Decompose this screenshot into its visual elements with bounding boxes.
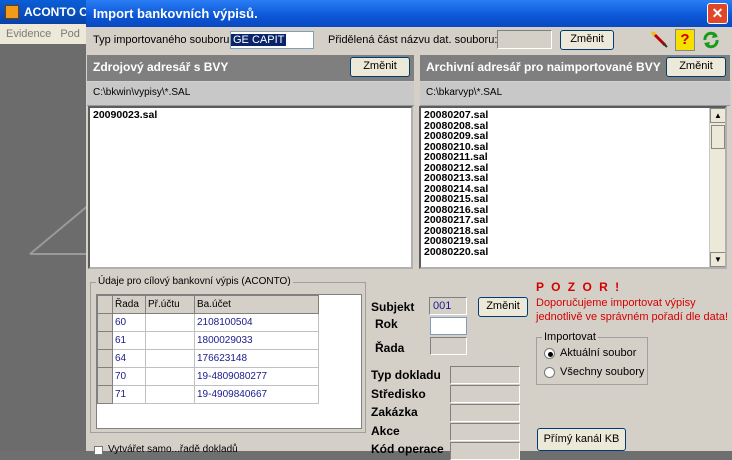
typ-dokladu-label: Typ dokladu: [371, 368, 441, 382]
archive-path: C:\bkarvyp\*.SAL: [420, 82, 730, 106]
menu-pod[interactable]: Pod: [60, 28, 80, 40]
row-selector[interactable]: [97, 385, 113, 404]
archive-scrollbar[interactable]: ▲ ▼: [709, 108, 725, 267]
rok-field[interactable]: [430, 317, 467, 335]
cell-pr-uctu[interactable]: [145, 331, 195, 350]
cell-pr-uctu[interactable]: [145, 313, 195, 332]
import-type-label: Typ importovaného souboru: [93, 34, 230, 46]
list-item[interactable]: 20080211.sal: [421, 152, 725, 163]
kod-operace-field[interactable]: [450, 442, 520, 460]
help-icon[interactable]: ?: [675, 29, 695, 51]
cell-ba-ucet[interactable]: 2108100504: [194, 313, 319, 332]
source-change-button[interactable]: Změnit: [350, 57, 410, 77]
list-item[interactable]: 20080213.sal: [421, 173, 725, 184]
list-item[interactable]: 20080207.sal: [421, 110, 725, 121]
list-item[interactable]: 20090023.sal: [90, 110, 411, 121]
background-triangle-graphic: [29, 203, 90, 255]
zakazka-field[interactable]: [450, 404, 520, 422]
radio-label-vsechny[interactable]: Všechny soubory: [560, 366, 644, 378]
warning-title: P O Z O R !: [536, 280, 622, 294]
zakazka-label: Zakázka: [371, 405, 418, 419]
rada-label: Řada: [375, 341, 405, 355]
table-row[interactable]: 70 19-4809080277: [97, 367, 319, 386]
cell-ba-ucet[interactable]: 19-4809080277: [194, 367, 319, 386]
cell-rada[interactable]: 70: [112, 367, 146, 386]
source-panel-title: Zdrojový adresář s BVY: [93, 60, 229, 74]
cell-rada[interactable]: 60: [112, 313, 146, 332]
column-header-ba-ucet[interactable]: Ba.účet: [194, 295, 319, 314]
menu-evidence[interactable]: Evidence: [6, 28, 51, 40]
archive-change-button[interactable]: Změnit: [666, 57, 726, 77]
target-grid[interactable]: Řada Př.účtu Ba.účet 60 2108100504 61 18…: [96, 294, 362, 429]
subjekt-change-button[interactable]: Změnit: [478, 297, 528, 317]
cell-rada[interactable]: 71: [112, 385, 146, 404]
source-path: C:\bkwin\vypisy\*.SAL: [87, 82, 414, 106]
source-file-list[interactable]: 20090023.sal: [88, 106, 413, 269]
refresh-icon[interactable]: [700, 29, 722, 51]
list-item[interactable]: 20080215.sal: [421, 194, 725, 205]
import-type-field[interactable]: GE CAPIT: [230, 31, 314, 49]
dialog-title: Import bankovních výpisů.: [93, 6, 258, 21]
table-row[interactable]: 64 176623148: [97, 349, 319, 368]
assigned-part-field[interactable]: [497, 30, 552, 49]
close-button[interactable]: ✕: [707, 3, 728, 24]
archive-panel-title: Archivní adresář pro naimportované BVY: [426, 60, 661, 74]
subjekt-field[interactable]: 001: [429, 297, 467, 315]
cell-ba-ucet[interactable]: 19-4909840667: [194, 385, 319, 404]
direct-channel-kb-button[interactable]: Přímý kanál KB: [537, 428, 626, 451]
cell-ba-ucet[interactable]: 1800029033: [194, 331, 319, 350]
scroll-up-icon[interactable]: ▲: [710, 108, 725, 123]
warning-text-line2: jednotlivě ve správném pořadí dle data!: [536, 311, 729, 323]
row-selector[interactable]: [97, 313, 113, 332]
background-window-title: ACONTO C: [0, 0, 90, 24]
list-item[interactable]: 20080220.sal: [421, 246, 725, 258]
akce-label: Akce: [371, 424, 400, 438]
stredisko-label: Středisko: [371, 387, 426, 401]
grid-corner: [97, 295, 113, 314]
radio-aktualni-soubor[interactable]: [544, 348, 555, 359]
akce-field[interactable]: [450, 423, 520, 441]
stredisko-field[interactable]: [450, 385, 520, 403]
import-dialog: Import bankovních výpisů. ✕ Typ importov…: [86, 0, 732, 460]
pen-icon[interactable]: [649, 29, 669, 51]
scroll-thumb[interactable]: [711, 125, 725, 149]
import-type-value: GE CAPIT: [231, 34, 287, 46]
app-logo-icon: [5, 5, 19, 19]
assigned-part-label: Přidělená část názvu dat. souboru:: [328, 34, 498, 46]
list-item[interactable]: 20080219.sal: [421, 236, 725, 247]
radio-label-aktualni[interactable]: Aktuální soubor: [560, 347, 636, 359]
radio-vsechny-soubory[interactable]: [544, 367, 555, 378]
table-row[interactable]: 60 2108100504: [97, 313, 319, 332]
table-row[interactable]: 61 1800029033: [97, 331, 319, 350]
background-menubar: Evidence Pod: [0, 24, 90, 44]
dialog-title-bar: Import bankovních výpisů.: [86, 0, 732, 27]
target-group-title: Údaje pro cílový bankovní výpis (ACONTO): [96, 276, 293, 287]
scroll-down-icon[interactable]: ▼: [710, 252, 725, 267]
change-button-top[interactable]: Změnit: [560, 30, 614, 50]
list-item[interactable]: 20080217.sal: [421, 215, 725, 226]
subjekt-label: Subjekt: [371, 300, 415, 314]
background-workspace: [0, 44, 90, 451]
row-selector[interactable]: [97, 367, 113, 386]
cell-pr-uctu[interactable]: [145, 349, 195, 368]
cell-pr-uctu[interactable]: [145, 385, 195, 404]
cell-rada[interactable]: 64: [112, 349, 146, 368]
archive-file-list[interactable]: 20080207.sal 20080208.sal 20080209.sal 2…: [419, 106, 727, 269]
warning-text-line1: Doporučujeme importovat výpisy: [536, 297, 696, 309]
rada-field[interactable]: [430, 337, 467, 355]
row-selector[interactable]: [97, 331, 113, 350]
kod-operace-label: Kód operace: [371, 442, 444, 456]
column-header-rada[interactable]: Řada: [112, 295, 146, 314]
import-group-title: Importovat: [542, 331, 598, 343]
table-row[interactable]: 71 19-4909840667: [97, 385, 319, 404]
row-selector[interactable]: [97, 349, 113, 368]
cell-rada[interactable]: 61: [112, 331, 146, 350]
cell-ba-ucet[interactable]: 176623148: [194, 349, 319, 368]
list-item[interactable]: 20080209.sal: [421, 131, 725, 142]
rok-label: Rok: [375, 317, 398, 331]
column-header-pr-uctu[interactable]: Př.účtu: [145, 295, 195, 314]
typ-dokladu-field[interactable]: [450, 366, 520, 384]
cell-pr-uctu[interactable]: [145, 367, 195, 386]
bottom-checkbox-label: Vytvářet samo...řadě dokladů: [108, 444, 238, 455]
